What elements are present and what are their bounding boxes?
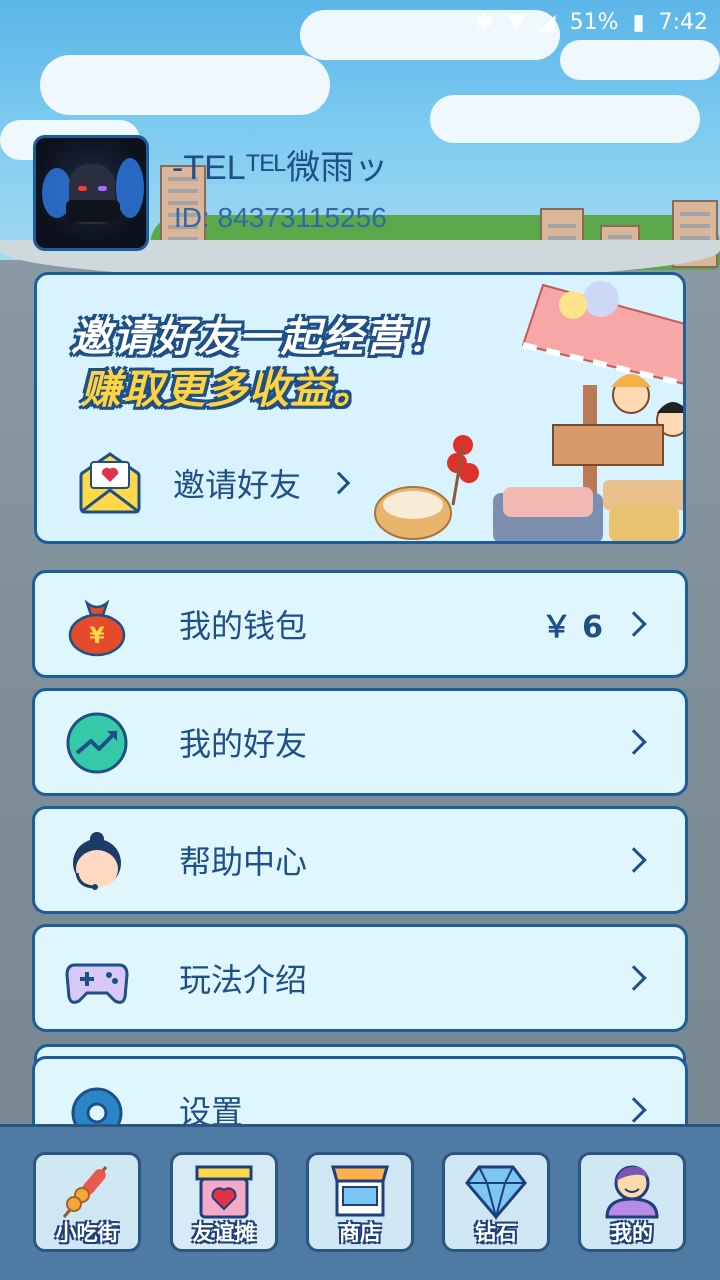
tab-shop[interactable]: 商店 <box>306 1152 414 1252</box>
menu-row-help[interactable]: 帮助中心 <box>32 806 688 914</box>
tab-label: 钻石 <box>475 1221 517 1245</box>
invite-banner[interactable]: 邀请好友一起经营！ 赚取更多收益。 邀请好友 <box>34 272 686 544</box>
invite-friends-label: 邀请好友 <box>173 466 302 504</box>
wifi-icon: ▼ <box>507 9 525 35</box>
menu-row-wallet[interactable]: ¥ 我的钱包 ￥ 6 <box>32 570 688 678</box>
tab-label: 我的 <box>611 1221 653 1245</box>
clock: 7:42 <box>658 9 708 35</box>
shop-icon <box>331 1165 389 1217</box>
chevron-right-icon <box>621 847 647 873</box>
gamepad-icon <box>65 963 129 1004</box>
cloud <box>430 95 700 143</box>
help-label: 帮助中心 <box>179 843 308 881</box>
tab-diamond[interactable]: 钻石 <box>442 1152 550 1252</box>
menu-row-friends[interactable]: 我的好友 <box>32 688 688 796</box>
banner-headline: 邀请好友一起经营！ <box>71 315 449 361</box>
tab-profile[interactable]: 我的 <box>578 1152 686 1252</box>
guide-label: 玩法介绍 <box>179 961 308 999</box>
avatar-flame <box>116 158 144 218</box>
wallet-balance: ￥ 6 <box>541 610 603 645</box>
avatar-eye <box>78 186 87 191</box>
tab-label: 小吃街 <box>55 1221 119 1245</box>
svg-text:¥: ¥ <box>89 624 105 649</box>
heart-stall-icon <box>195 1165 253 1219</box>
user-id: ID: 84373115256 <box>174 202 387 233</box>
skewer-icon <box>62 1166 108 1218</box>
chevron-right-icon <box>621 611 647 637</box>
menu-row-guide[interactable]: 玩法介绍 <box>32 924 688 1032</box>
chevron-right-icon <box>621 965 647 991</box>
bluetooth-icon: ✱ <box>475 9 494 35</box>
user-name: -TELᵀᴱᴸ微雨ッ <box>172 149 389 187</box>
battery-percent: 51% <box>569 9 619 35</box>
chevron-right-icon <box>621 729 647 755</box>
tab-label: 友谊摊 <box>192 1221 256 1245</box>
money-bag-icon: ¥ <box>68 599 126 657</box>
avatar-mask <box>66 200 120 222</box>
cloud <box>560 40 720 80</box>
battery-icon: ▮ <box>632 9 645 35</box>
chevron-right-icon <box>327 471 351 495</box>
wallet-label: 我的钱包 <box>179 607 308 645</box>
avatar-eye <box>98 186 107 191</box>
avatar[interactable] <box>33 135 149 251</box>
status-bar: ✱ ▼ ◢ 51% ▮ 7:42 <box>0 0 720 44</box>
trend-up-icon <box>66 712 128 774</box>
invite-friends-button[interactable]: 邀请好友 <box>77 447 351 519</box>
support-agent-icon <box>73 832 121 890</box>
chevron-right-icon <box>621 1097 647 1123</box>
diamond-icon <box>465 1165 527 1221</box>
tab-label: 商店 <box>339 1221 381 1245</box>
friends-label: 我的好友 <box>179 725 308 763</box>
signal-icon: ◢ <box>538 9 556 35</box>
envelope-heart-icon <box>79 452 141 514</box>
profile-icon <box>605 1165 659 1219</box>
tab-friend-stall[interactable]: 友谊摊 <box>170 1152 278 1252</box>
banner-subheadline: 赚取更多收益。 <box>81 367 375 413</box>
cloud <box>40 55 330 115</box>
tab-snack-street[interactable]: 小吃街 <box>33 1152 141 1252</box>
